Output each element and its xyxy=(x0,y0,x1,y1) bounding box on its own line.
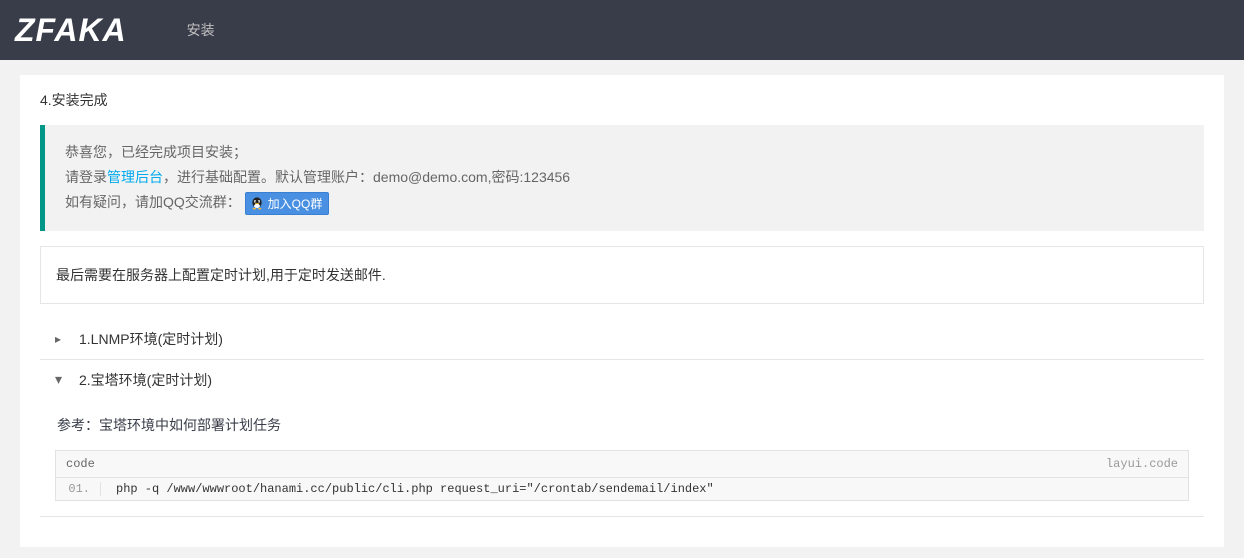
admin-backend-link[interactable]: 管理后台 xyxy=(107,169,163,185)
reference-label: 参考： xyxy=(57,417,99,433)
code-header-right: layui.code xyxy=(1106,457,1178,471)
collapse-header-lnmp[interactable]: 1.LNMP环境(定时计划) xyxy=(40,319,1204,359)
code-line-content: php -q /www/wwwroot/hanami.cc/public/cli… xyxy=(116,482,714,496)
chevron-right-icon xyxy=(55,332,67,346)
code-header: code layui.code xyxy=(56,451,1188,478)
cron-note-fieldset: 最后需要在服务器上配置定时计划,用于定时发送邮件. xyxy=(40,246,1204,304)
blockquote-line2-prefix: 请登录 xyxy=(65,169,107,185)
blockquote-line-2: 请登录管理后台，进行基础配置。默认管理账户：demo@demo.com,密码:1… xyxy=(65,165,1189,190)
fieldset-legend: 最后需要在服务器上配置定时计划,用于定时发送邮件. xyxy=(56,257,1188,293)
qq-btn-label: 加入QQ群 xyxy=(268,197,323,211)
blockquote-line-3: 如有疑问，请加QQ交流群： 加入QQ群 xyxy=(65,190,1189,215)
logo: ZFAKA xyxy=(15,12,127,49)
main-container: 4.安装完成 恭喜您，已经完成项目安装； 请登录管理后台，进行基础配置。默认管理… xyxy=(20,75,1224,547)
blockquote-line3-prefix: 如有疑问，请加QQ交流群： xyxy=(65,194,241,210)
code-header-left: code xyxy=(66,457,95,471)
collapse-item-baota: 2.宝塔环境(定时计划) 参考：宝塔环境中如何部署计划任务 code layui… xyxy=(40,360,1204,517)
collapse-label-lnmp: 1.LNMP环境(定时计划) xyxy=(79,329,223,349)
nav-install[interactable]: 安装 xyxy=(187,20,215,40)
collapse-body-baota: 参考：宝塔环境中如何部署计划任务 code layui.code 01. php… xyxy=(40,400,1204,516)
reference-block: 参考：宝塔环境中如何部署计划任务 xyxy=(55,415,1189,435)
qq-penguin-icon xyxy=(249,196,265,212)
code-line-number: 01. xyxy=(56,482,101,496)
collapse-header-baota[interactable]: 2.宝塔环境(定时计划) xyxy=(40,360,1204,400)
blockquote-line2-suffix: ，进行基础配置。默认管理账户：demo@demo.com,密码:123456 xyxy=(163,169,570,185)
join-qq-group-button[interactable]: 加入QQ群 xyxy=(245,192,330,215)
chevron-down-icon xyxy=(55,371,67,388)
code-block: code layui.code 01. php -q /www/wwwroot/… xyxy=(55,450,1189,501)
collapse-label-baota: 2.宝塔环境(定时计划) xyxy=(79,370,212,390)
code-line: 01. php -q /www/wwwroot/hanami.cc/public… xyxy=(56,478,1188,500)
collapse-item-lnmp: 1.LNMP环境(定时计划) xyxy=(40,319,1204,360)
header: ZFAKA 安装 xyxy=(0,0,1244,60)
reference-link[interactable]: 宝塔环境中如何部署计划任务 xyxy=(99,417,281,433)
install-complete-blockquote: 恭喜您，已经完成项目安装； 请登录管理后台，进行基础配置。默认管理账户：demo… xyxy=(40,125,1204,231)
section-title: 4.安装完成 xyxy=(40,90,1204,110)
blockquote-line-1: 恭喜您，已经完成项目安装； xyxy=(65,140,1189,165)
